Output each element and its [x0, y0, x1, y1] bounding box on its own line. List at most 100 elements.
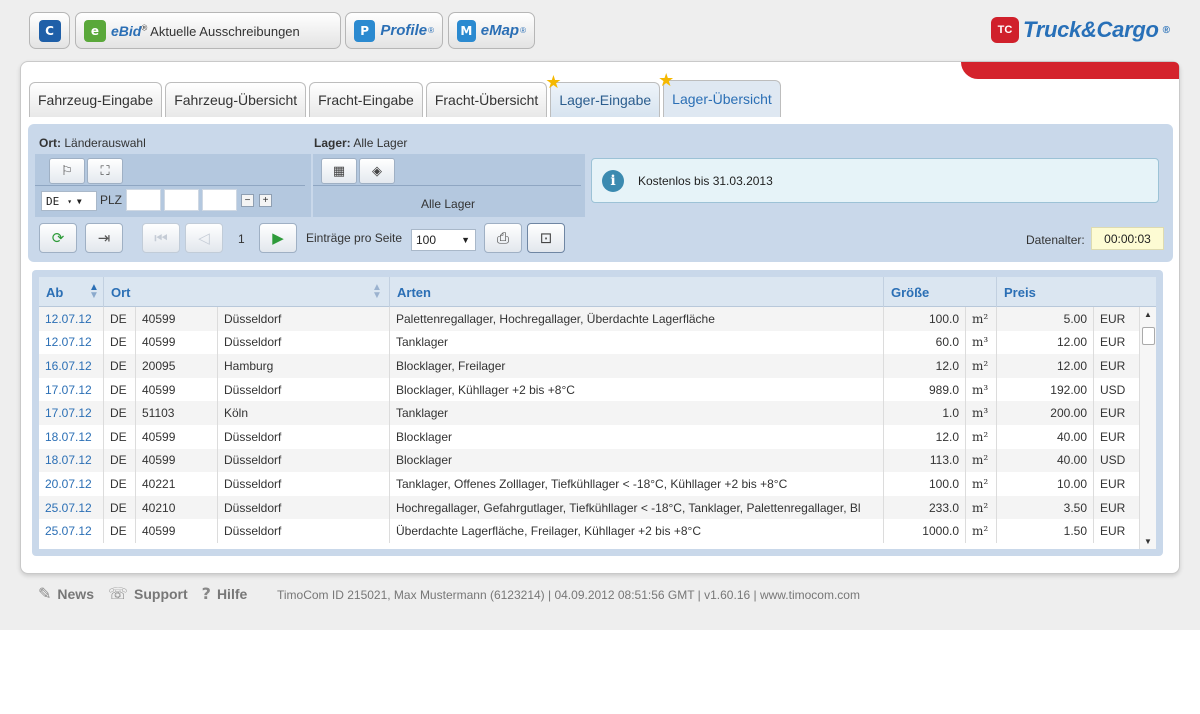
cell-arten: Blocklager, Kühllager +2 bis +8°C: [389, 377, 883, 402]
refresh-button[interactable]: ⟳: [39, 223, 77, 253]
chevron-down-icon: ▾ ▼: [67, 196, 82, 206]
table-row[interactable]: 16.07.12 DE 20095 Hamburg Blocklager, Freila…: [39, 354, 1149, 378]
news-icon: ✎: [38, 584, 52, 603]
lager-type-button-1[interactable]: ▦: [321, 158, 357, 184]
country-select-button[interactable]: ⚐: [49, 158, 85, 184]
cell-date: 17.07.12: [45, 406, 92, 421]
table-row[interactable]: 12.07.12 DE 40599 Düsseldorf Tanklager 60.0 m³…: [39, 330, 1149, 355]
tab-label: Fracht-Eingabe: [318, 92, 414, 108]
next-page-button[interactable]: ▶: [259, 223, 297, 253]
prev-page-button[interactable]: ◁: [185, 223, 223, 253]
cell-city: Köln: [217, 401, 389, 425]
table-row[interactable]: 18.07.12 DE 40599 Düsseldorf Blocklager 12.0 m…: [39, 425, 1149, 449]
table-row[interactable]: 17.07.12 DE 40599 Düsseldorf Blocklager, Küh…: [39, 377, 1149, 402]
emap-brand: eMap: [480, 22, 520, 39]
map-pin-icon: ⛶: [100, 163, 110, 179]
profile-brand: Profile: [380, 22, 428, 39]
support-icon: ☏: [107, 584, 128, 603]
export-button[interactable]: ⇥: [85, 223, 123, 253]
cell-arten: Tanklager: [389, 401, 883, 425]
country-select[interactable]: DE ▾ ▼: [41, 191, 97, 211]
table-row[interactable]: 18.07.12 DE 40599 Düsseldorf Blocklager 113.0…: [39, 448, 1149, 473]
tab-lager-uebersicht[interactable]: ★ Lager-Übersicht: [658, 70, 781, 117]
refresh-icon: ⟳: [51, 229, 65, 247]
tab-fahrzeug-uebersicht[interactable]: Fahrzeug-Übersicht: [165, 82, 307, 117]
tab-fracht-uebersicht[interactable]: Fracht-Übersicht: [425, 82, 548, 117]
tab-fracht-eingabe[interactable]: Fracht-Eingabe: [309, 82, 423, 117]
cell-country: DE: [103, 401, 135, 425]
ort-label: Ort:: [39, 136, 61, 150]
box-icon: ▦: [332, 163, 346, 179]
tab-lager-eingabe[interactable]: ★ Lager-Eingabe: [545, 72, 661, 117]
ebid-label: Aktuelle Ausschreibungen: [150, 23, 300, 39]
table-row[interactable]: 17.07.12 DE 51103 Köln Tanklager 1.0 m³ 200.00 E…: [39, 401, 1149, 425]
header-preis[interactable]: Preis: [996, 277, 1160, 307]
scroll-down-icon[interactable]: ▼: [1140, 537, 1156, 546]
table-row[interactable]: 12.07.12 DE 40599 Düsseldorf Palettenregalla…: [39, 307, 1149, 331]
scrollbar-thumb[interactable]: [1142, 327, 1155, 345]
star-icon: ★: [658, 70, 675, 91]
plz-input-3[interactable]: [202, 189, 237, 211]
table-row[interactable]: 25.07.12 DE 40599 Düsseldorf Überdachte Lage…: [39, 519, 1149, 543]
header-arten[interactable]: Arten: [389, 277, 883, 307]
home-button[interactable]: C: [29, 12, 70, 49]
cell-arten: Blocklager: [389, 425, 883, 449]
entries-select[interactable]: 100 ▼: [411, 229, 476, 251]
entries-label: Einträge pro Seite: [306, 231, 403, 245]
truck-cargo-logo: TC Truck&Cargo ®: [990, 17, 1170, 43]
cell-city: Düsseldorf: [217, 472, 389, 496]
home-icon: C: [38, 19, 61, 42]
table-row[interactable]: 25.07.12 DE 40210 Düsseldorf Hochregallager,…: [39, 495, 1149, 520]
header-ort[interactable]: Ort ▲ ▼: [103, 277, 389, 307]
logo-reg: ®: [1162, 24, 1170, 36]
ebid-button[interactable]: e eBid® Aktuelle Ausschreibungen: [75, 12, 341, 49]
logo-text: Truck&Cargo: [1022, 17, 1159, 42]
cell-plz: 40599: [135, 330, 217, 355]
emap-icon: M: [457, 19, 476, 42]
first-page-button[interactable]: ⏮: [142, 223, 180, 253]
status-text: TimoCom ID 215021, Max Mustermann (61232…: [277, 588, 860, 602]
add-plz-button[interactable]: +: [259, 194, 272, 207]
scrollbar[interactable]: ▲ ▼: [1139, 307, 1156, 549]
plz-input-1[interactable]: [126, 189, 161, 211]
header-groesse[interactable]: Größe: [883, 277, 996, 307]
cell-price: 10.00: [996, 472, 1093, 496]
lock-button[interactable]: ⊡: [527, 223, 565, 253]
cell-size: 100.0: [883, 307, 965, 331]
cell-size: 113.0: [883, 448, 965, 473]
cell-price: 12.00: [996, 354, 1093, 378]
help-link[interactable]: ? Hilfe: [202, 584, 248, 603]
first-page-icon: ⏮: [154, 229, 168, 247]
lager-table: Ab ▲ ▼ Ort ▲ ▼ Arten Größe Preis 12.07.12 DE 4…: [32, 270, 1163, 556]
cell-plz: 40599: [135, 377, 217, 402]
prev-page-icon: ◁: [198, 229, 210, 247]
cell-plz: 40599: [135, 307, 217, 331]
datenalter-value: 00:00:03: [1091, 227, 1164, 250]
chevron-down-icon: ▼: [461, 235, 470, 245]
tab-fahrzeug-eingabe[interactable]: Fahrzeug-Eingabe: [29, 82, 163, 117]
cell-unit: m²: [965, 448, 996, 473]
news-link[interactable]: ✎ News: [38, 584, 94, 603]
profile-button[interactable]: P Profile ®: [345, 12, 443, 49]
tab-label: Lager-Eingabe: [559, 92, 652, 108]
tab-label: Fahrzeug-Übersicht: [174, 92, 298, 108]
header-groesse-label: Größe: [891, 284, 930, 300]
cell-size: 989.0: [883, 377, 965, 402]
remove-plz-button[interactable]: −: [241, 194, 254, 207]
table-row[interactable]: 20.07.12 DE 40221 Düsseldorf Tanklager, Offe…: [39, 472, 1149, 496]
support-link[interactable]: ☏ Support: [108, 584, 188, 603]
header-ab[interactable]: Ab ▲ ▼: [39, 277, 103, 307]
emap-button[interactable]: M eMap ®: [448, 12, 535, 49]
brand-swoosh: [961, 62, 1179, 79]
cell-size: 60.0: [883, 330, 965, 355]
scroll-up-icon[interactable]: ▲: [1140, 310, 1156, 319]
divider: [35, 185, 305, 186]
print-button[interactable]: ⎙: [484, 223, 522, 253]
ebid-icon: e: [84, 19, 106, 42]
table-header: Ab ▲ ▼ Ort ▲ ▼ Arten Größe Preis: [39, 277, 1156, 307]
cell-city: Düsseldorf: [217, 519, 389, 543]
lager-type-button-2[interactable]: ◈: [359, 158, 395, 184]
info-text: Kostenlos bis 31.03.2013: [638, 173, 773, 188]
map-select-button[interactable]: ⛶: [87, 158, 123, 184]
plz-input-2[interactable]: [164, 189, 199, 211]
